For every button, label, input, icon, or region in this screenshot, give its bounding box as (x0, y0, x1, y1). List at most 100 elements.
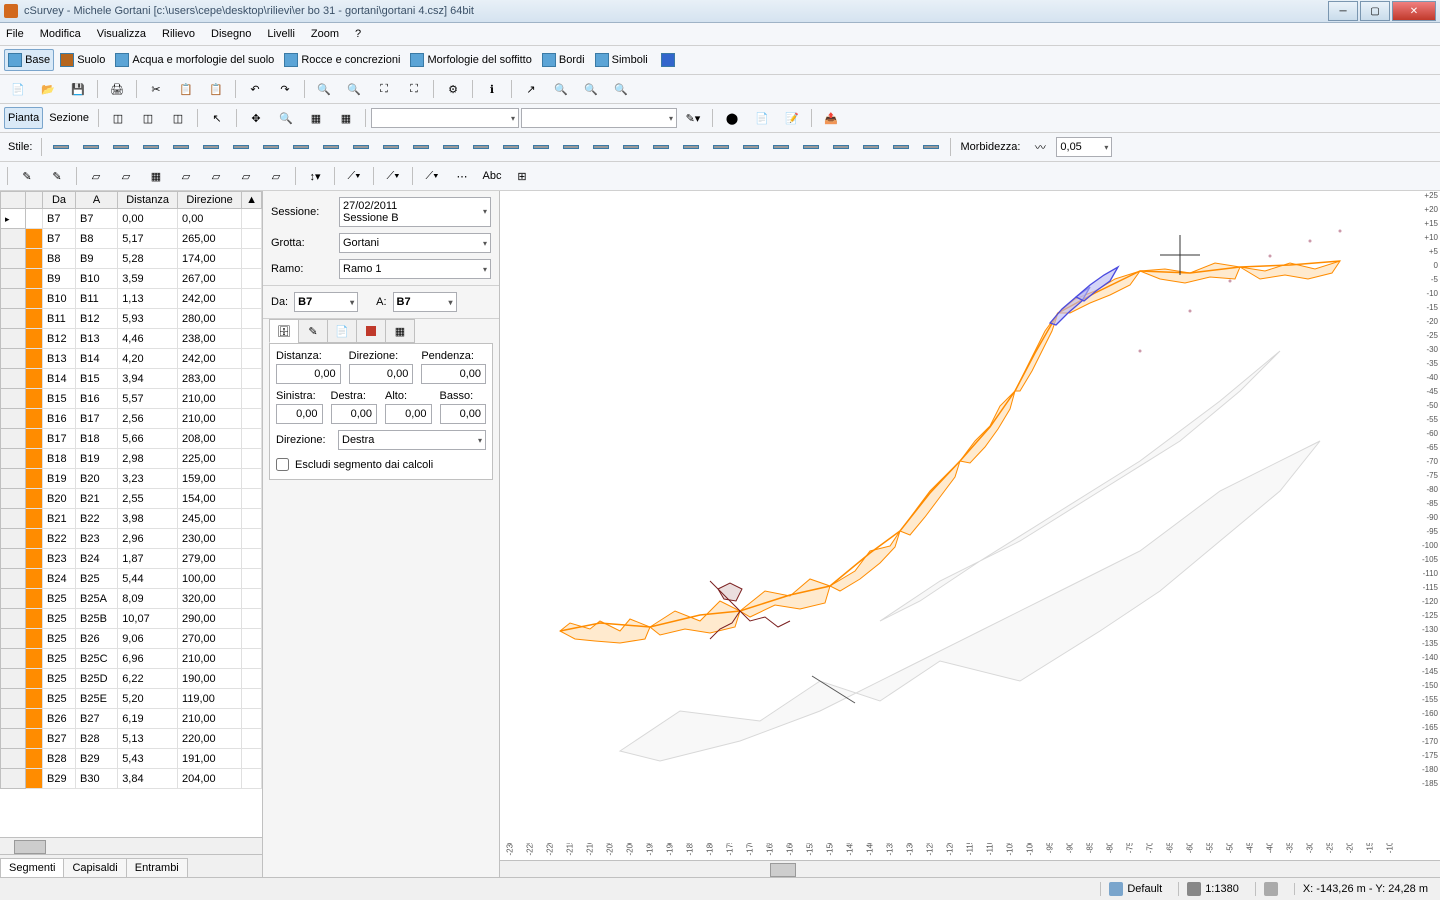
move-button[interactable]: ✥ (242, 107, 270, 129)
style-16[interactable] (497, 136, 525, 158)
dir2-combo[interactable]: Destra▾ (338, 430, 486, 450)
style-14[interactable] (437, 136, 465, 158)
menu-modifica[interactable]: Modifica (40, 28, 81, 40)
tab-segmenti[interactable]: Segmenti (0, 858, 64, 877)
draw-2[interactable]: ✎ (43, 165, 71, 187)
draw-8[interactable]: ▱ (232, 165, 260, 187)
select-button[interactable]: ▦ (302, 107, 330, 129)
edit-button[interactable]: 📝 (778, 107, 806, 129)
export-button[interactable]: 📤 (817, 107, 845, 129)
style-1[interactable] (47, 136, 75, 158)
a-combo[interactable]: B7▾ (393, 292, 457, 312)
close-button[interactable]: ✕ (1392, 1, 1436, 21)
minitab-edit[interactable]: ✎ (298, 319, 328, 343)
table-row[interactable]: B27B285,13220,00 (1, 729, 262, 749)
col-a[interactable]: A (76, 192, 118, 209)
menu-file[interactable]: File (6, 28, 24, 40)
segments-grid[interactable]: Da A Distanza Direzione ▲ B7B70,000,00B7… (0, 191, 262, 837)
ramo-combo[interactable]: Ramo 1▾ (339, 259, 491, 279)
direzione-field[interactable]: 0,00 (349, 364, 414, 384)
draw-4[interactable]: ▱ (112, 165, 140, 187)
table-row[interactable]: B8B95,28174,00 (1, 249, 262, 269)
view-sezione-button[interactable]: Sezione (45, 107, 93, 129)
style-15[interactable] (467, 136, 495, 158)
style-12[interactable] (377, 136, 405, 158)
redo-button[interactable]: ↷ (271, 78, 299, 100)
table-row[interactable]: B25B25B10,07290,00 (1, 609, 262, 629)
draw-6[interactable]: ▱ (172, 165, 200, 187)
table-row[interactable]: B29B303,84204,00 (1, 769, 262, 789)
style-8[interactable] (257, 136, 285, 158)
table-row[interactable]: B25B25A8,09320,00 (1, 589, 262, 609)
zoom-in-button[interactable]: 🔍 (310, 78, 338, 100)
canvas-hscroll[interactable] (500, 860, 1440, 877)
table-row[interactable]: B18B192,98225,00 (1, 449, 262, 469)
draw-13[interactable]: ⟋▾ (418, 165, 446, 187)
menu-zoom[interactable]: Zoom (311, 28, 339, 40)
paste-button[interactable]: 📋 (202, 78, 230, 100)
minitab-db[interactable]: 🗄 (269, 319, 299, 343)
draw-10[interactable]: ↕▾ (301, 165, 329, 187)
style-25[interactable] (767, 136, 795, 158)
table-row[interactable]: B15B165,57210,00 (1, 389, 262, 409)
menu-visualizza[interactable]: Visualizza (97, 28, 146, 40)
pen-button[interactable]: ✎▾ (679, 107, 707, 129)
style-17[interactable] (527, 136, 555, 158)
style-23[interactable] (707, 136, 735, 158)
status-grid[interactable] (1255, 882, 1286, 896)
table-row[interactable]: B17B185,66208,00 (1, 429, 262, 449)
sessione-combo[interactable]: 27/02/2011 Sessione B▾ (339, 197, 491, 227)
print-button[interactable]: 🖨 (103, 78, 131, 100)
pointer-button[interactable]: ↖ (203, 107, 231, 129)
table-row[interactable]: B11B125,93280,00 (1, 309, 262, 329)
layer-bordi-button[interactable]: Bordi (538, 49, 589, 71)
menu-help[interactable]: ? (355, 28, 361, 40)
table-row[interactable]: B22B232,96230,00 (1, 529, 262, 549)
tab-capisaldi[interactable]: Capisaldi (63, 858, 126, 877)
style-18[interactable] (557, 136, 585, 158)
table-row[interactable]: B25B269,06270,00 (1, 629, 262, 649)
col-distanza[interactable]: Distanza (118, 192, 178, 209)
style-6[interactable] (197, 136, 225, 158)
layer-extra-button[interactable] (654, 49, 682, 71)
status-scale[interactable]: 1:1380 (1178, 882, 1247, 896)
pendenza-field[interactable]: 0,00 (421, 364, 486, 384)
sinistra-field[interactable]: 0,00 (276, 404, 323, 424)
menu-disegno[interactable]: Disegno (211, 28, 251, 40)
menu-livelli[interactable]: Livelli (267, 28, 295, 40)
selector-combo[interactable]: ▾ (371, 108, 519, 128)
destra-field[interactable]: 0,00 (331, 404, 378, 424)
panel2-button[interactable]: ◫ (134, 107, 162, 129)
table-row[interactable]: B28B295,43191,00 (1, 749, 262, 769)
new-button[interactable]: 📄 (4, 78, 32, 100)
style-3[interactable] (107, 136, 135, 158)
open-button[interactable]: 📂 (34, 78, 62, 100)
style-28[interactable] (857, 136, 885, 158)
draw-1[interactable]: ✎ (13, 165, 41, 187)
alto-field[interactable]: 0,00 (385, 404, 432, 424)
style-20[interactable] (617, 136, 645, 158)
draw-11[interactable]: ⟋▾ (340, 165, 368, 187)
minitab-note[interactable]: 📄 (327, 319, 357, 343)
style-5[interactable] (167, 136, 195, 158)
table-row[interactable]: B12B134,46238,00 (1, 329, 262, 349)
table-row[interactable]: B13B144,20242,00 (1, 349, 262, 369)
style-10[interactable] (317, 136, 345, 158)
morb-combo[interactable]: 0,05▾ (1056, 137, 1112, 157)
panel3-button[interactable]: ◫ (164, 107, 192, 129)
draw-15[interactable]: Abc (478, 165, 506, 187)
grotta-combo[interactable]: Gortani▾ (339, 233, 491, 253)
undo-button[interactable]: ↶ (241, 78, 269, 100)
settings-button[interactable]: ⚙ (439, 78, 467, 100)
table-row[interactable]: B25B25C6,96210,00 (1, 649, 262, 669)
layer-rocce-button[interactable]: Rocce e concrezioni (280, 49, 404, 71)
tool-b-button[interactable]: 🔍 (547, 78, 575, 100)
style-4[interactable] (137, 136, 165, 158)
layer-simboli-button[interactable]: Simboli (591, 49, 652, 71)
panel1-button[interactable]: ◫ (104, 107, 132, 129)
dup-button[interactable]: ▦ (332, 107, 360, 129)
table-row[interactable]: B19B203,23159,00 (1, 469, 262, 489)
morb-icon[interactable]: 〰 (1026, 136, 1054, 158)
table-row[interactable]: B14B153,94283,00 (1, 369, 262, 389)
style-7[interactable] (227, 136, 255, 158)
